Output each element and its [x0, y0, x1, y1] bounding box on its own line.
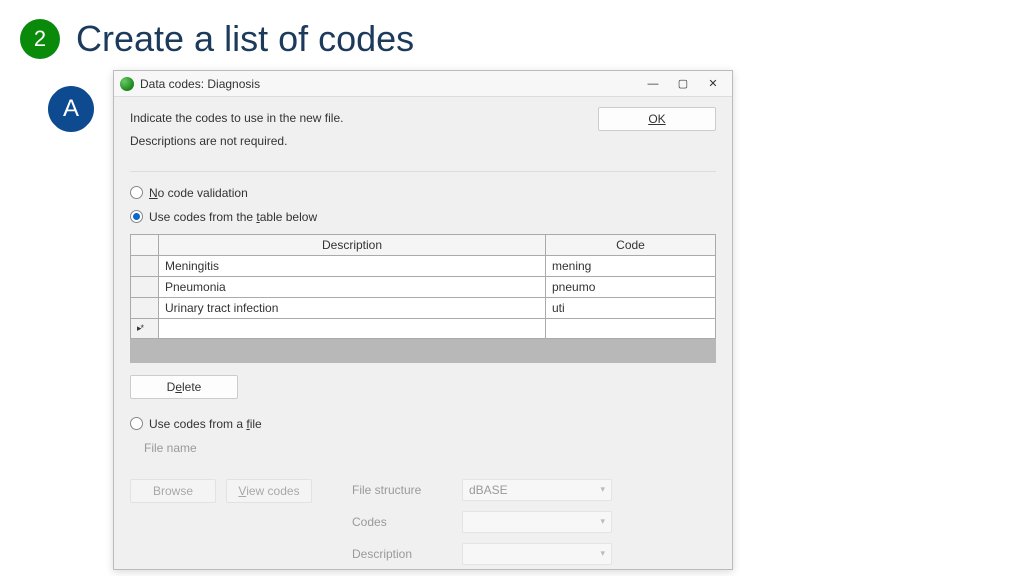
new-row-marker: ▸*	[131, 318, 159, 338]
col-code: Code	[546, 234, 716, 255]
cell-description[interactable]: Meningitis	[159, 255, 546, 276]
description-select: ▾	[462, 543, 612, 565]
table-footer-band	[130, 339, 716, 363]
cell-code[interactable]	[546, 318, 716, 338]
radio-icon	[130, 417, 143, 430]
titlebar: Data codes: Diagnosis — ▢ ✕	[114, 71, 732, 97]
minimize-button[interactable]: —	[638, 73, 668, 95]
browse-button: Browse	[130, 479, 216, 503]
cell-description[interactable]: Pneumonia	[159, 276, 546, 297]
data-codes-dialog: Data codes: Diagnosis — ▢ ✕ Indicate the…	[113, 70, 733, 570]
app-icon	[120, 77, 134, 91]
slide-title: Create a list of codes	[76, 18, 414, 60]
field-label: Description	[352, 547, 442, 561]
chevron-down-icon: ▾	[600, 548, 605, 559]
instructions: Indicate the codes to use in the new fil…	[130, 107, 343, 153]
col-description: Description	[159, 234, 546, 255]
close-button[interactable]: ✕	[698, 73, 728, 95]
chevron-down-icon: ▾	[600, 484, 605, 495]
field-description: Description ▾	[352, 543, 716, 565]
cell-description[interactable]	[159, 318, 546, 338]
radio-label: No code validation	[149, 186, 248, 200]
field-label: Codes	[352, 515, 442, 529]
table-row[interactable]: Urinary tract infection uti	[131, 297, 716, 318]
file-structure-select: dBASE ▾	[462, 479, 612, 501]
radio-use-table[interactable]: Use codes from the table below	[130, 210, 716, 224]
file-section: Use codes from a file File name Browse V…	[130, 417, 716, 565]
field-codes: Codes ▾	[352, 511, 716, 533]
cell-code[interactable]: mening	[546, 255, 716, 276]
row-header-blank	[131, 234, 159, 255]
field-file-structure: File structure dBASE ▾	[352, 479, 716, 501]
table-row[interactable]: Meningitis mening	[131, 255, 716, 276]
ok-button[interactable]: OK	[598, 107, 716, 131]
table-row-new[interactable]: ▸*	[131, 318, 716, 338]
view-codes-button: View codes	[226, 479, 312, 503]
radio-icon	[130, 186, 143, 199]
radio-label: Use codes from a file	[149, 417, 262, 431]
field-label: File structure	[352, 483, 442, 497]
codes-select: ▾	[462, 511, 612, 533]
radio-icon	[130, 210, 143, 223]
dialog-title: Data codes: Diagnosis	[140, 77, 638, 91]
instruction-line-1: Indicate the codes to use in the new fil…	[130, 107, 343, 130]
dialog-body: Indicate the codes to use in the new fil…	[114, 97, 732, 575]
slide-header: 2 Create a list of codes	[0, 0, 1024, 60]
radio-no-validation[interactable]: No code validation	[130, 186, 716, 200]
validation-section: No code validation Use codes from the ta…	[130, 171, 716, 399]
step-number-badge: 2	[20, 19, 60, 59]
cell-description[interactable]: Urinary tract infection	[159, 297, 546, 318]
radio-use-file[interactable]: Use codes from a file	[130, 417, 716, 431]
cell-code[interactable]: uti	[546, 297, 716, 318]
table-row[interactable]: Pneumonia pneumo	[131, 276, 716, 297]
codes-table[interactable]: Description Code Meningitis mening Pneum…	[130, 234, 716, 339]
maximize-button[interactable]: ▢	[668, 73, 698, 95]
file-name-label: File name	[144, 441, 716, 455]
select-value: dBASE	[469, 483, 508, 497]
delete-button[interactable]: Delete	[130, 375, 238, 399]
substep-badge: A	[48, 86, 94, 132]
cell-code[interactable]: pneumo	[546, 276, 716, 297]
radio-label: Use codes from the table below	[149, 210, 317, 224]
instruction-line-2: Descriptions are not required.	[130, 130, 343, 153]
chevron-down-icon: ▾	[600, 516, 605, 527]
